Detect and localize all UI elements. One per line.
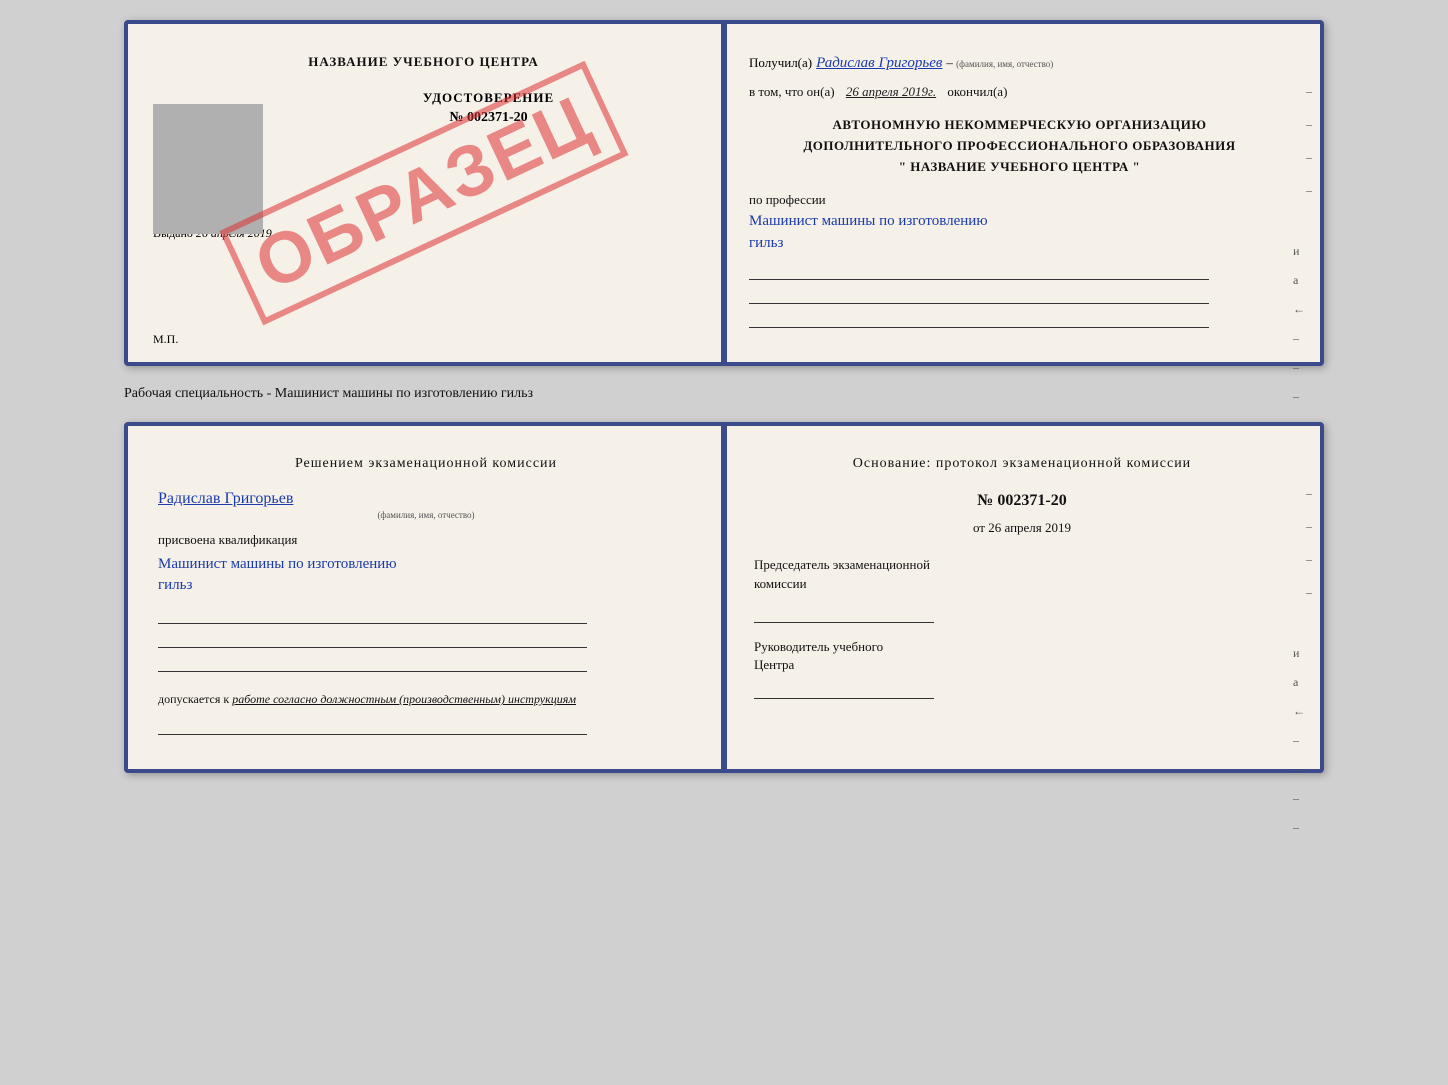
dash-separator: – — [946, 55, 956, 70]
document-container: НАЗВАНИЕ УЧЕБНОГО ЦЕНТРА УДОСТОВЕРЕНИЕ №… — [124, 20, 1324, 773]
predsedatel-line2: комиссии — [754, 576, 807, 591]
qual-person-block: Радислав Григорьев (фамилия, имя, отчест… — [158, 490, 694, 520]
qual-underline-2 — [158, 628, 587, 648]
fio-sublabel-top: (фамилия, имя, отчество) — [956, 59, 1053, 69]
ot-date-value: 26 апреля 2019 — [988, 520, 1071, 535]
underline-2 — [749, 284, 1209, 304]
resheniyem-text: Решением экзаменационной комиссии — [158, 456, 694, 472]
po-professii-label: по профессии — [749, 192, 1290, 208]
org-block: АВТОНОМНУЮ НЕКОММЕРЧЕСКУЮ ОРГАНИЗАЦИЮ ДО… — [749, 115, 1290, 177]
right-margin-dashes-bottom: – – – – — [1306, 486, 1312, 600]
okonchil-label: окончил(а) — [947, 84, 1007, 99]
ot-date: от 26 апреля 2019 — [754, 520, 1290, 536]
org-quote-open: " — [899, 159, 907, 174]
qual-left-page: Решением экзаменационной комиссии Радисл… — [128, 426, 724, 769]
dopusk-text: работе согласно должностным (производств… — [232, 692, 576, 706]
rukovoditel-sign-line — [754, 679, 934, 699]
predsedatel-line1: Председатель экзаменационной — [754, 557, 930, 572]
profession-name-top: Машинист машины по изготовлению — [749, 213, 1290, 230]
rukovoditel-line1: Руководитель учебного — [754, 639, 883, 654]
specialty-label: Рабочая специальность - Машинист машины … — [124, 386, 533, 402]
vtom-prefix: в том, что он(а) — [749, 84, 835, 99]
cert-number: № 002371-20 — [283, 110, 694, 126]
org-name-line: " НАЗВАНИЕ УЧЕБНОГО ЦЕНТРА " — [749, 157, 1290, 178]
vtom-date: 26 апреля 2019г. — [846, 84, 936, 99]
mp-label: М.П. — [153, 332, 178, 347]
predsedatel-sign-line — [754, 603, 934, 623]
udostoverenie-label: УДОСТОВЕРЕНИЕ — [283, 90, 694, 106]
vtom-line: в том, что он(а) 26 апреля 2019г. окончи… — [749, 84, 1290, 100]
qual-profession: Машинист машины по изготовлению — [158, 554, 694, 575]
top-left-page: НАЗВАНИЕ УЧЕБНОГО ЦЕНТРА УДОСТОВЕРЕНИЕ №… — [128, 24, 719, 362]
org-quote-close: " — [1133, 159, 1141, 174]
qual-profession2: гильз — [158, 575, 694, 596]
ot-label: от — [973, 520, 985, 535]
poluchil-label: Получил(а) — [749, 55, 812, 70]
recipient-name: Радислав Григорьев — [816, 55, 942, 71]
rukovoditel-line2: Центра — [754, 657, 794, 672]
qual-right-page: Основание: протокол экзаменационной коми… — [724, 426, 1320, 769]
qual-fio-label: (фамилия, имя, отчество) — [158, 510, 694, 520]
dopuskaetsya-prefix: допускается к — [158, 692, 232, 706]
qual-underline-4 — [158, 715, 587, 735]
predsedatel-label: Председатель экзаменационной комиссии — [754, 556, 1290, 592]
bottom-qual-book: Решением экзаменационной комиссии Радисл… — [124, 422, 1324, 773]
prisvoyena-text: присвоена квалификация — [158, 532, 694, 548]
top-right-page: Получил(а) Радислав Григорьев – (фамилия… — [719, 24, 1320, 362]
right-margin-chars-bottom: и а ← – – – – — [1293, 646, 1305, 835]
qual-person-name: Радислав Григорьев — [158, 490, 694, 508]
qual-underline-3 — [158, 652, 587, 672]
profession-name-top2: гильз — [749, 235, 1290, 252]
top-diploma-book: НАЗВАНИЕ УЧЕБНОГО ЦЕНТРА УДОСТОВЕРЕНИЕ №… — [124, 20, 1324, 366]
dopuskaetsya-block: допускается к работе согласно должностны… — [158, 692, 694, 707]
photo-placeholder — [153, 104, 263, 234]
org-name: НАЗВАНИЕ УЧЕБНОГО ЦЕНТРА — [910, 159, 1129, 174]
osnovanie-text: Основание: протокол экзаменационной коми… — [754, 456, 1290, 472]
underline-3 — [749, 308, 1209, 328]
qual-underline-1 — [158, 604, 587, 624]
right-margin-dashes-top: – – – – — [1306, 84, 1312, 198]
top-cert-title: НАЗВАНИЕ УЧЕБНОГО ЦЕНТРА — [153, 54, 694, 70]
underline-1 — [749, 260, 1209, 280]
rukovoditel-label: Руководитель учебного Центра — [754, 638, 1290, 674]
protocol-number: № 002371-20 — [754, 492, 1290, 510]
org-line1: АВТОНОМНУЮ НЕКОММЕРЧЕСКУЮ ОРГАНИЗАЦИЮ — [749, 115, 1290, 136]
org-line2: ДОПОЛНИТЕЛЬНОГО ПРОФЕССИОНАЛЬНОГО ОБРАЗО… — [749, 136, 1290, 157]
received-block: Получил(а) Радислав Григорьев – (фамилия… — [749, 54, 1290, 72]
